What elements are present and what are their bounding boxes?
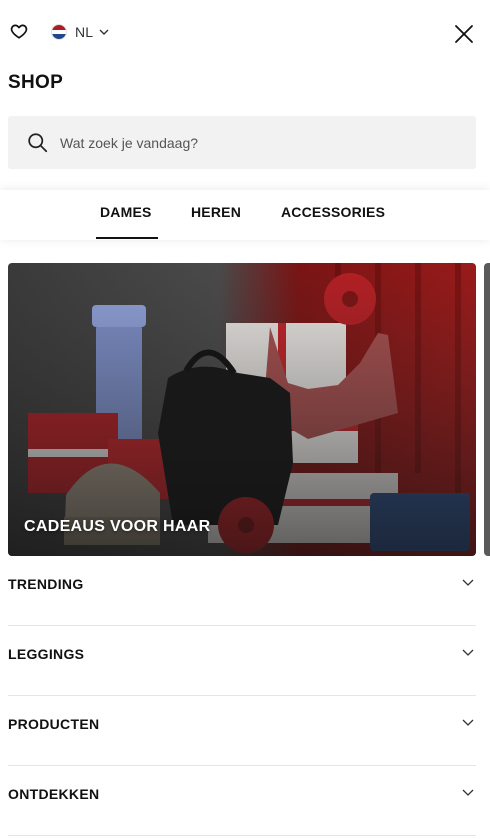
accordion-label: ONTDEKKEN	[8, 786, 100, 802]
category-tabs: DAMES HEREN ACCESSORIES	[0, 190, 490, 240]
close-icon[interactable]	[454, 24, 474, 44]
accordion-label: LEGGINGS	[8, 646, 85, 662]
top-bar: NL	[0, 0, 490, 64]
accordion-item-trending[interactable]: TRENDING	[8, 556, 476, 626]
chevron-down-icon	[99, 29, 109, 35]
chevron-down-icon	[462, 649, 474, 656]
tab-dames[interactable]: DAMES	[100, 204, 152, 220]
search-input[interactable]	[60, 134, 440, 151]
chevron-down-icon	[462, 719, 474, 726]
tab-accessories[interactable]: ACCESSORIES	[281, 204, 385, 220]
hero-banner[interactable]: CADEAUS VOOR HAAR	[8, 263, 476, 556]
locale-selector[interactable]: NL	[51, 22, 109, 42]
accordion-label: PRODUCTEN	[8, 716, 100, 732]
search-icon	[28, 133, 48, 153]
heart-icon[interactable]	[10, 22, 28, 40]
accordion-item-leggings[interactable]: LEGGINGS	[8, 626, 476, 696]
netherlands-flag-icon	[51, 24, 67, 40]
locale-code: NL	[75, 24, 94, 40]
tab-heren[interactable]: HEREN	[191, 204, 241, 220]
accordion-label: TRENDING	[8, 576, 84, 592]
hero-label: CADEAUS VOOR HAAR	[24, 518, 211, 535]
hero-image	[8, 263, 476, 556]
search-bar[interactable]	[8, 116, 476, 169]
active-tab-indicator	[96, 237, 158, 239]
accordion-item-producten[interactable]: PRODUCTEN	[8, 696, 476, 766]
next-slide-peek[interactable]	[484, 263, 490, 556]
chevron-down-icon	[462, 789, 474, 796]
page-title: SHOP	[8, 72, 64, 93]
chevron-down-icon	[462, 579, 474, 586]
accordion-item-ontdekken[interactable]: ONTDEKKEN	[8, 766, 476, 836]
